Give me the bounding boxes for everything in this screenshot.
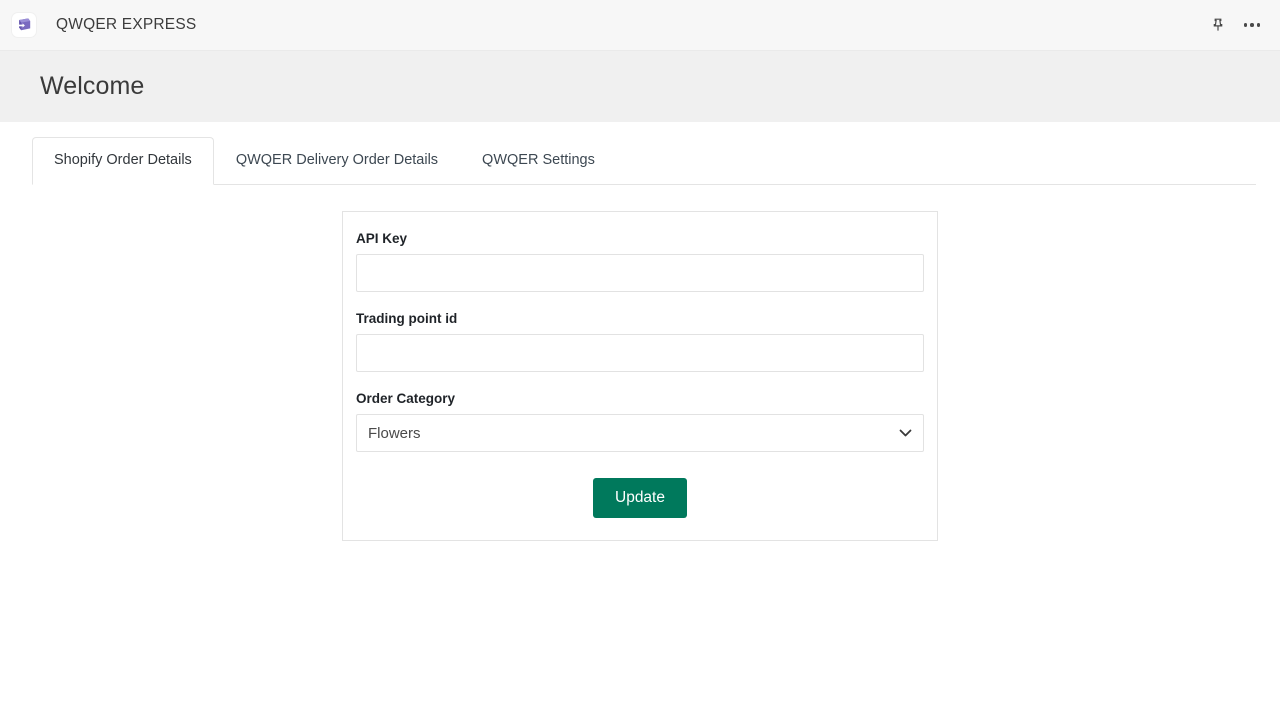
dot-2: [1250, 23, 1254, 27]
pin-icon[interactable]: [1204, 11, 1232, 39]
app-title: QWQER EXPRESS: [56, 16, 197, 33]
tab-qwqer-delivery-order-details[interactable]: QWQER Delivery Order Details: [214, 137, 460, 185]
tab-label: QWQER Settings: [482, 152, 595, 169]
order-category-label: Order Category: [356, 391, 456, 406]
content-area: Shopify Order Details QWQER Delivery Ord…: [0, 122, 1280, 720]
top-app-bar: QWQER EXPRESS: [0, 0, 1280, 51]
api-key-input[interactable]: [356, 254, 924, 292]
update-button[interactable]: Update: [593, 478, 687, 518]
field-trading-point-id: Trading point id: [356, 311, 924, 372]
field-order-category: Order Category Flowers: [356, 391, 924, 452]
settings-form-wrapper: API Key Trading point id Order Category …: [0, 185, 1280, 541]
submit-row: Update: [356, 478, 924, 518]
tab-label: Shopify Order Details: [54, 152, 192, 169]
app-logo-icon: [12, 13, 36, 37]
trading-point-id-input[interactable]: [356, 334, 924, 372]
more-options-icon[interactable]: [1238, 11, 1266, 39]
tabstrip: Shopify Order Details QWQER Delivery Ord…: [32, 136, 1256, 185]
order-category-select[interactable]: Flowers: [356, 414, 924, 452]
field-api-key: API Key: [356, 231, 924, 292]
dot-3: [1256, 23, 1261, 27]
page-title: Welcome: [40, 72, 145, 100]
api-key-label: API Key: [356, 231, 408, 246]
settings-card: API Key Trading point id Order Category …: [342, 211, 938, 541]
more-dots: [1243, 23, 1261, 27]
welcome-band: Welcome: [0, 51, 1280, 122]
tab-label: QWQER Delivery Order Details: [235, 152, 439, 169]
tab-shopify-order-details[interactable]: Shopify Order Details: [32, 137, 214, 185]
order-category-select-wrapper: Flowers: [356, 414, 924, 452]
trading-point-id-label: Trading point id: [356, 311, 458, 326]
tab-qwqer-settings[interactable]: QWQER Settings: [460, 137, 617, 185]
dot-1: [1243, 23, 1248, 27]
